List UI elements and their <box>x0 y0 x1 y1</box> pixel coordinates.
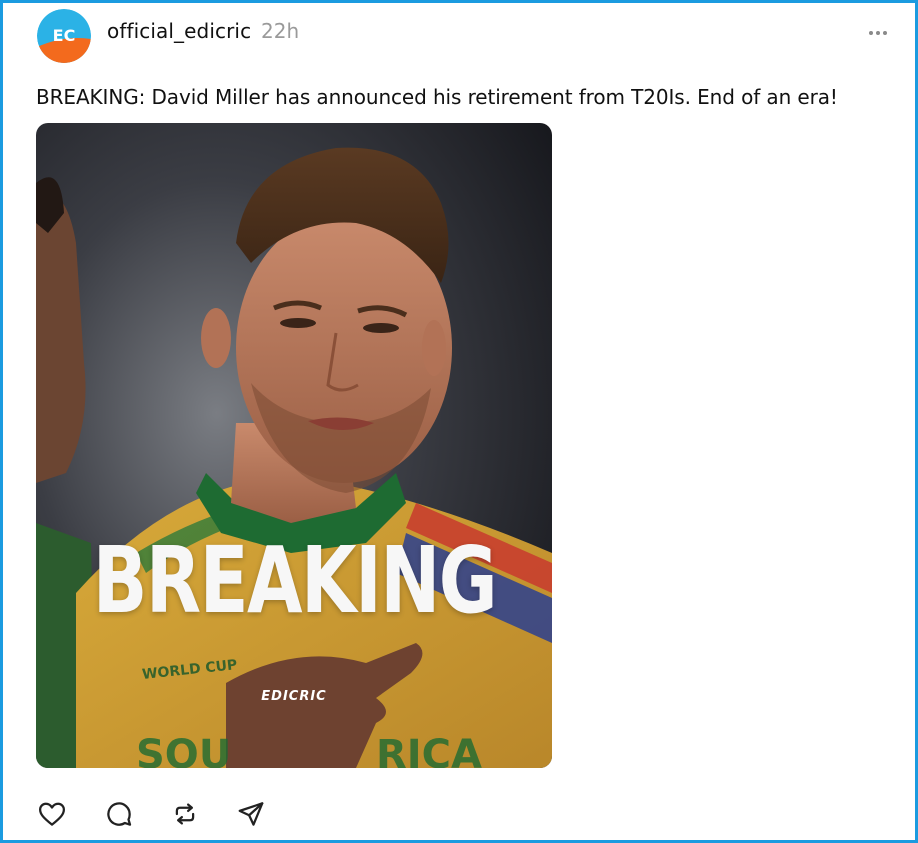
post-caption: BREAKING: David Miller has announced his… <box>36 85 838 109</box>
post-image[interactable]: SOU RICA WORLD CUP BREAKING EDICRIC <box>36 123 552 768</box>
reply-button[interactable] <box>104 799 134 829</box>
repost-button[interactable] <box>170 799 200 829</box>
repost-icon <box>175 803 195 825</box>
send-icon <box>238 802 264 826</box>
more-horizontal-icon <box>869 31 887 35</box>
post-actions <box>37 799 297 829</box>
player-photo: SOU RICA <box>36 123 552 768</box>
more-options-button[interactable] <box>863 23 893 43</box>
image-overlay-title: BREAKING <box>92 527 498 634</box>
post-time: 22h <box>261 19 300 43</box>
comment-icon <box>107 802 132 826</box>
heart-icon <box>39 802 65 826</box>
image-brand-mark: EDICRIC <box>261 689 327 704</box>
avatar[interactable]: EC <box>37 9 91 63</box>
username-link[interactable]: official_edicric <box>107 19 251 43</box>
avatar-initials: EC <box>53 26 76 45</box>
share-button[interactable] <box>236 799 266 829</box>
like-button[interactable] <box>37 799 67 829</box>
post-card: EC official_edicric 22h BREAKING: David … <box>3 3 915 840</box>
svg-text:SOU: SOU <box>136 732 231 768</box>
svg-text:RICA: RICA <box>376 732 482 768</box>
